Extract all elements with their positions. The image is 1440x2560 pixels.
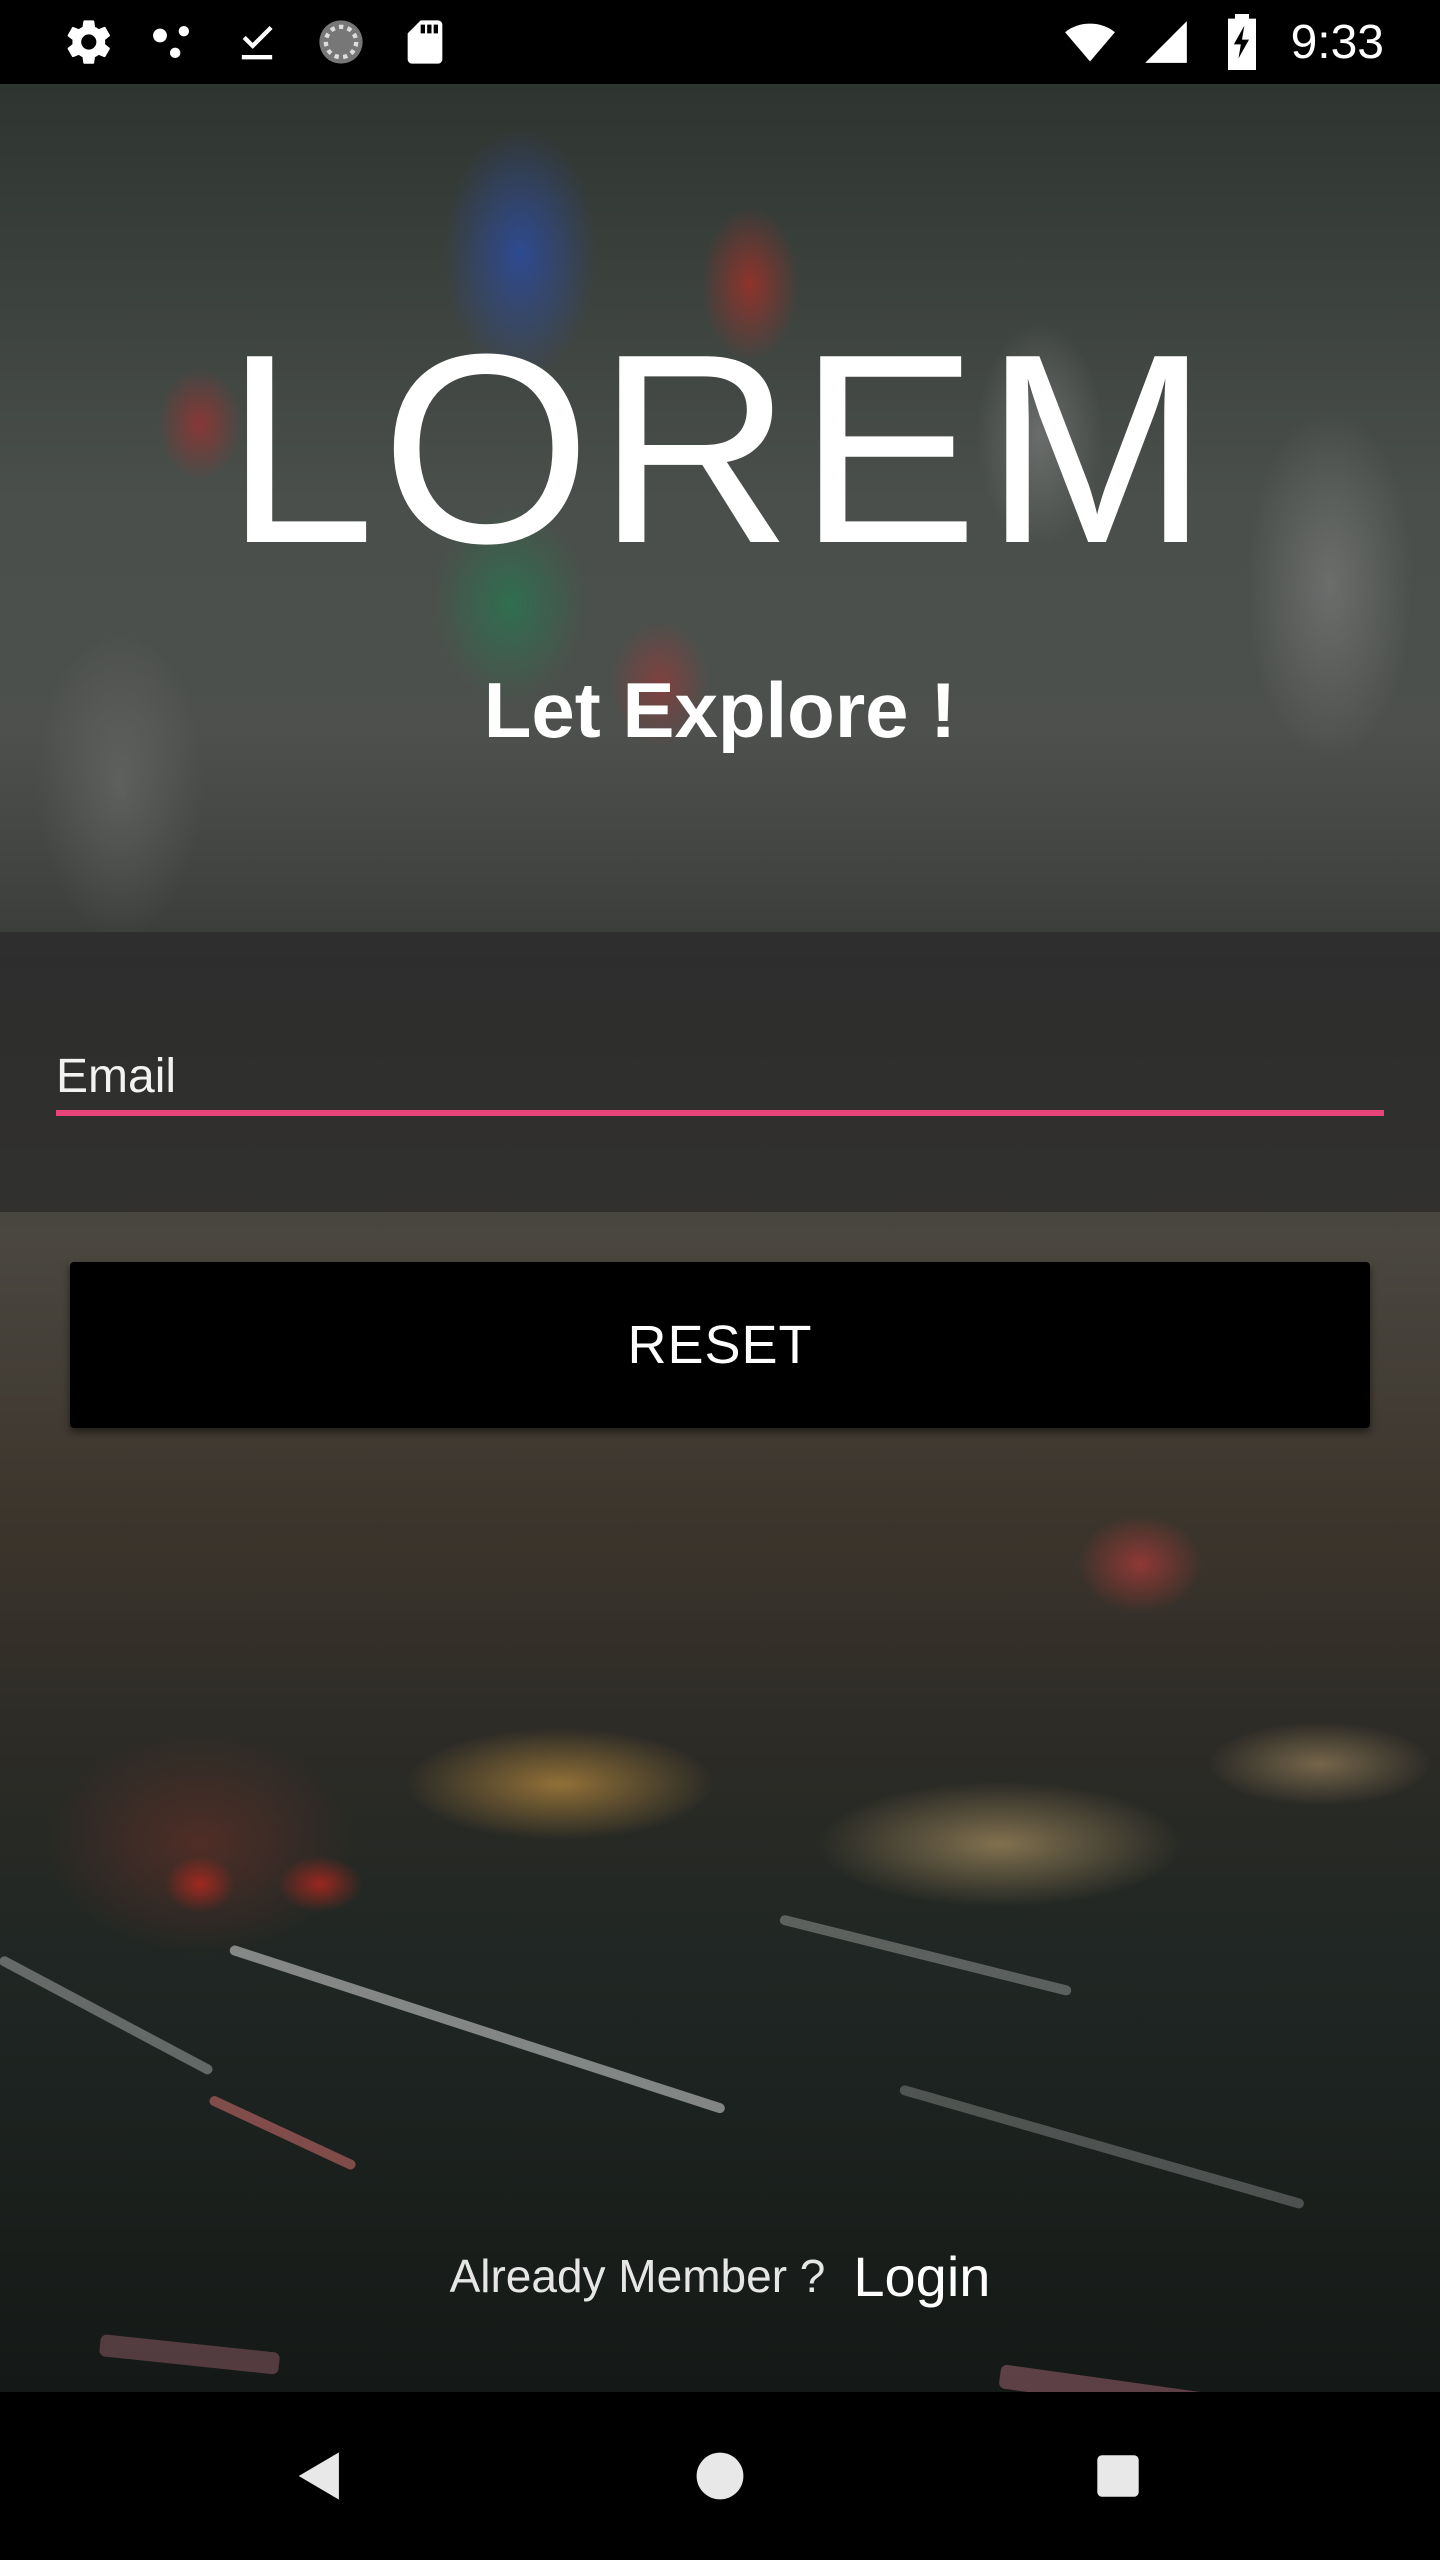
signal-icon: [1139, 15, 1193, 69]
status-bar: 9:33: [0, 0, 1440, 84]
navigation-bar: [0, 2392, 1440, 2560]
share-dots-icon: [146, 15, 200, 69]
email-field[interactable]: [56, 1040, 1384, 1112]
battery-charging-icon: [1215, 14, 1269, 70]
wifi-icon: [1063, 15, 1117, 69]
settings-icon: [62, 15, 116, 69]
login-link[interactable]: Login: [853, 2244, 990, 2309]
sd-card-icon: [398, 15, 452, 69]
status-bar-left-icons: [62, 14, 452, 70]
back-icon[interactable]: [280, 2436, 360, 2516]
status-bar-right-icons: 9:33: [1063, 14, 1384, 70]
sync-circle-icon: [314, 15, 368, 69]
reset-button[interactable]: RESET: [70, 1262, 1370, 1428]
recents-icon[interactable]: [1078, 2436, 1158, 2516]
already-member-text: Already Member ?: [449, 2250, 826, 2302]
home-icon[interactable]: [680, 2436, 760, 2516]
status-time: 9:33: [1290, 15, 1384, 69]
download-done-icon: [230, 15, 284, 69]
app-subtitle: Let Explore !: [483, 666, 957, 754]
email-field-underline: [56, 1110, 1384, 1116]
app-title: LOREM: [224, 299, 1216, 600]
login-prompt-row: Already Member ? Login: [0, 2236, 1440, 2316]
